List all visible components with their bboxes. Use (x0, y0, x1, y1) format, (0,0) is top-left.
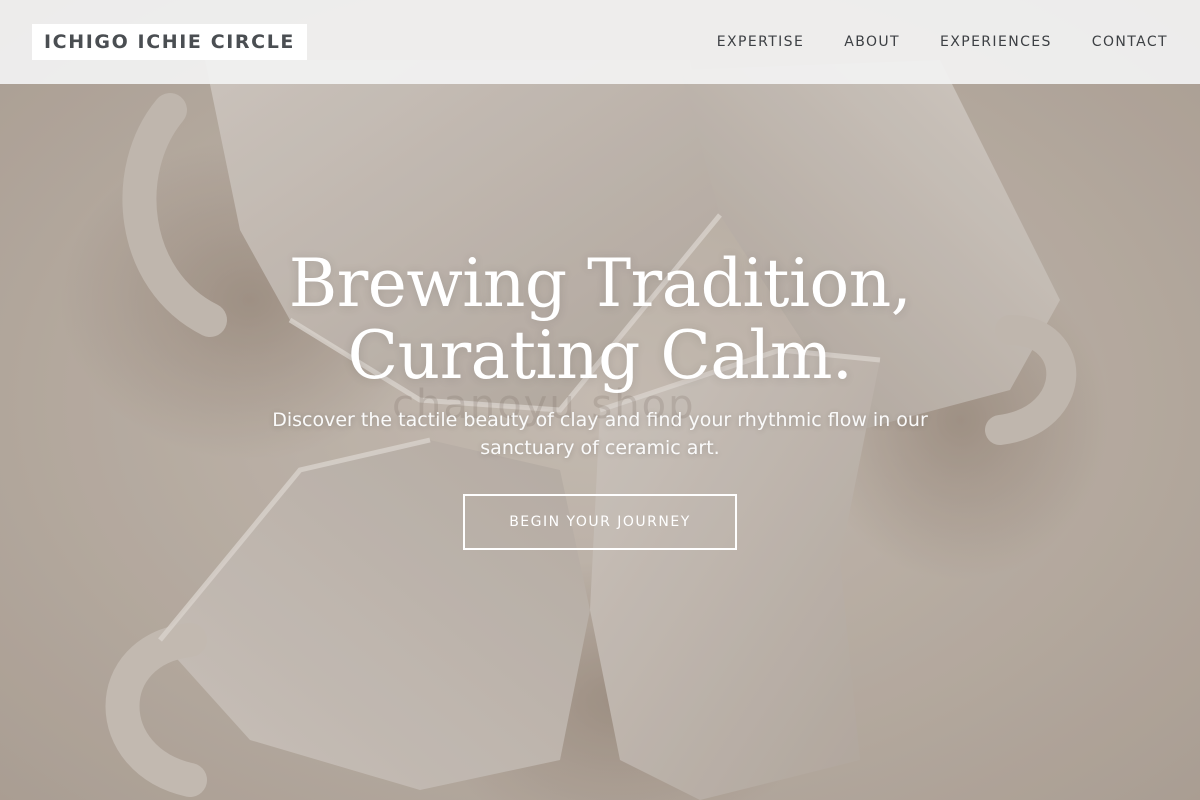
hero-section: Brewing Tradition, Curating Calm. Discov… (0, 248, 1200, 550)
hero-title-line-2: Curating Calm. (347, 317, 853, 394)
begin-journey-button[interactable]: BEGIN YOUR JOURNEY (463, 494, 737, 550)
site-header: ICHIGO ICHIE CIRCLE EXPERTISE ABOUT EXPE… (0, 0, 1200, 84)
page: ICHIGO ICHIE CIRCLE EXPERTISE ABOUT EXPE… (0, 0, 1200, 800)
hero-subtitle: Discover the tactile beauty of clay and … (272, 409, 928, 459)
nav-item-expertise[interactable]: EXPERTISE (717, 34, 804, 50)
nav-item-contact[interactable]: CONTACT (1092, 34, 1168, 50)
hero-title-line-1: Brewing Tradition, (288, 245, 912, 322)
nav-item-about[interactable]: ABOUT (844, 34, 900, 50)
main-nav: EXPERTISE ABOUT EXPERIENCES CONTACT (717, 0, 1168, 84)
hero-title: Brewing Tradition, Curating Calm. (0, 248, 1200, 392)
site-logo[interactable]: ICHIGO ICHIE CIRCLE (32, 24, 307, 60)
nav-item-experiences[interactable]: EXPERIENCES (940, 34, 1052, 50)
